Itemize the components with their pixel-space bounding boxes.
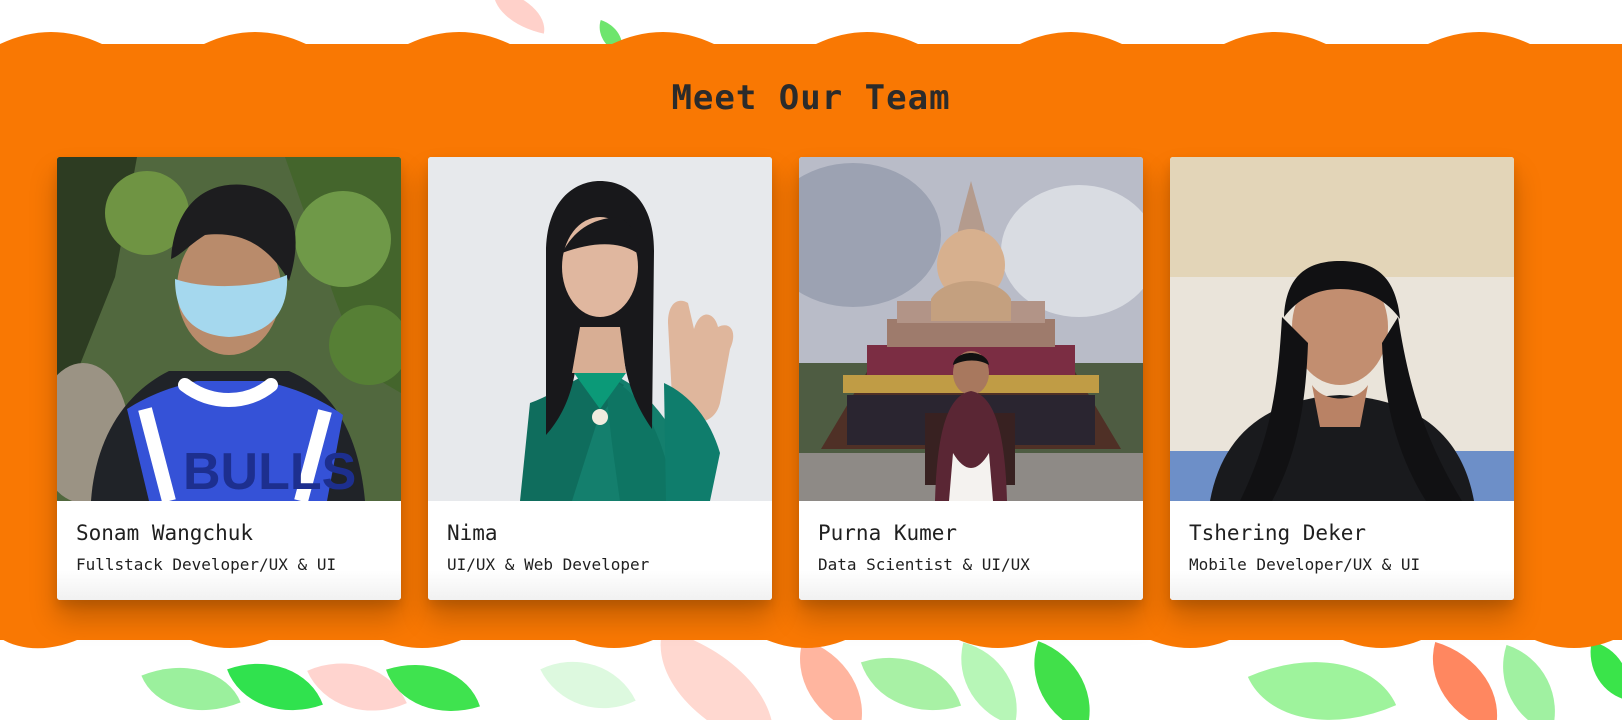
team-page: Meet Our Team BULLS Sonam Wangchuk Fulls… bbox=[0, 0, 1622, 720]
member-role: Data Scientist & UI/UX bbox=[818, 555, 1030, 574]
member-info: Purna Kumer Data Scientist & UI/UX bbox=[799, 501, 1143, 600]
member-name: Tshering Deker bbox=[1189, 521, 1367, 545]
member-role: Fullstack Developer/UX & UI bbox=[76, 555, 337, 574]
member-info: Nima UI/UX & Web Developer bbox=[428, 501, 772, 600]
member-photo bbox=[799, 157, 1143, 501]
leaf-decoration bbox=[227, 642, 323, 720]
member-photo-purna bbox=[799, 157, 1143, 501]
member-photo bbox=[1170, 157, 1514, 501]
member-photo-nima bbox=[428, 157, 772, 501]
team-member-card: BULLS Sonam Wangchuk Fullstack Developer… bbox=[57, 157, 401, 600]
svg-text:BULLS: BULLS bbox=[183, 443, 356, 501]
member-photo bbox=[428, 157, 772, 501]
member-name: Sonam Wangchuk bbox=[76, 521, 254, 545]
member-photo-sonam: BULLS bbox=[57, 157, 401, 501]
leaf-decoration bbox=[141, 644, 241, 720]
leaf-decoration bbox=[386, 645, 480, 720]
member-info: Tshering Deker Mobile Developer/UX & UI bbox=[1170, 501, 1514, 600]
member-name: Nima bbox=[447, 521, 498, 545]
member-name: Purna Kumer bbox=[818, 521, 958, 545]
page-title: Meet Our Team bbox=[671, 78, 951, 118]
team-member-card: Purna Kumer Data Scientist & UI/UX bbox=[799, 157, 1143, 600]
member-photo-tshering bbox=[1170, 157, 1514, 501]
team-member-card: Nima UI/UX & Web Developer bbox=[428, 157, 772, 600]
member-photo: BULLS bbox=[57, 157, 401, 501]
member-role: UI/UX & Web Developer bbox=[447, 555, 650, 574]
member-role: Mobile Developer/UX & UI bbox=[1189, 555, 1421, 574]
team-member-card: Tshering Deker Mobile Developer/UX & UI bbox=[1170, 157, 1514, 600]
leaf-decoration bbox=[1484, 644, 1574, 720]
top-wave-border bbox=[0, 28, 1622, 52]
leaf-decoration bbox=[946, 642, 1032, 720]
bottom-wave-border bbox=[0, 630, 1622, 654]
member-info: Sonam Wangchuk Fullstack Developer/UX & … bbox=[57, 501, 401, 600]
